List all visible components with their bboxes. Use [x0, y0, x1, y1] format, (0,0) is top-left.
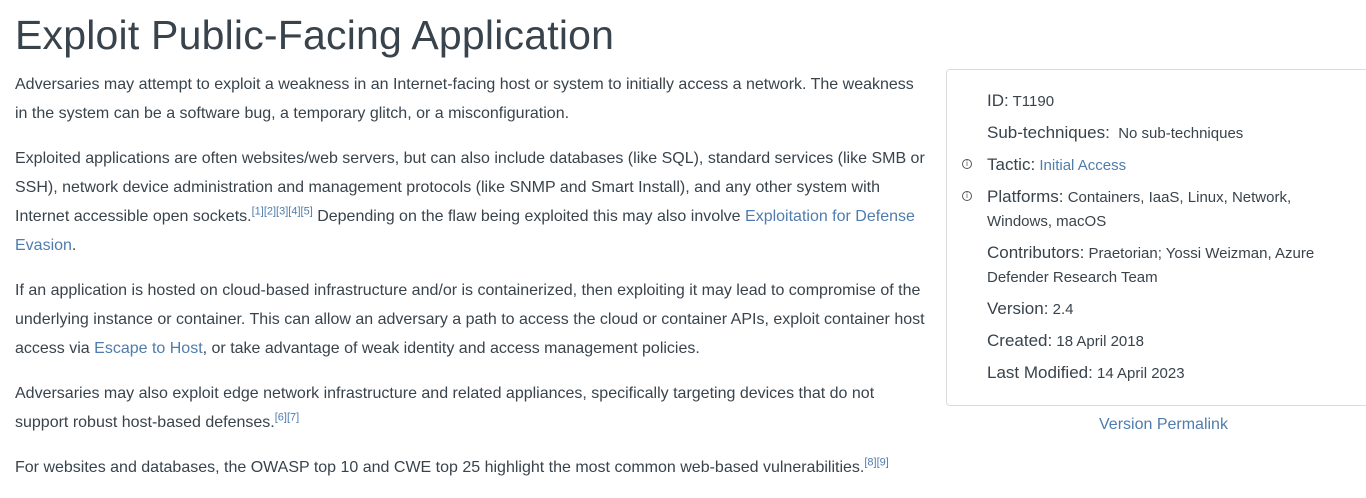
version-permalink-link[interactable]: Version Permalink: [1099, 416, 1228, 434]
p3-end: , or take advantage of weak identity and…: [202, 340, 700, 357]
info-icon[interactable]: i: [962, 191, 972, 201]
tactic-label: Tactic:: [987, 155, 1036, 174]
description-paragraph-5: For websites and databases, the OWASP to…: [15, 453, 925, 482]
escape-to-host-link[interactable]: Escape to Host: [94, 340, 203, 357]
last-modified-row: Last Modified: 14 April 2023: [987, 361, 1355, 386]
version-label: Version:: [987, 299, 1049, 318]
p1-text: Adversaries may attempt to exploit a wea…: [15, 76, 914, 122]
description-paragraph-3: If an application is hosted on cloud-bas…: [15, 276, 925, 363]
info-icon[interactable]: i: [962, 159, 972, 169]
citation-6[interactable]: [6]: [275, 412, 287, 424]
created-label: Created:: [987, 331, 1053, 350]
last-modified-label: Last Modified:: [987, 363, 1093, 382]
citation-3[interactable]: [3]: [276, 206, 288, 218]
citation-5[interactable]: [5]: [301, 206, 313, 218]
page-title: Exploit Public-Facing Application: [15, 12, 615, 58]
citation-4[interactable]: [4]: [288, 206, 300, 218]
created-row: Created: 18 April 2018: [987, 329, 1355, 354]
citation-7[interactable]: [7]: [287, 412, 299, 424]
tactic-row: i Tactic: Initial Access: [962, 153, 1355, 178]
contributors-label: Contributors:: [987, 243, 1085, 262]
platforms-row: i Platforms: Containers, IaaS, Linux, Ne…: [962, 185, 1355, 234]
id-value: T1190: [1012, 93, 1055, 110]
description-paragraph-4: Adversaries may also exploit edge networ…: [15, 379, 925, 437]
p2-citations: [1][2][3][4][5]: [252, 206, 313, 218]
contributors-row: Contributors: Praetorian; Yossi Weizman,…: [987, 241, 1355, 290]
tactic-initial-access-link[interactable]: Initial Access: [1039, 157, 1126, 174]
p2-text-2: Depending on the flaw being exploited th…: [312, 208, 746, 225]
citation-2[interactable]: [2]: [264, 206, 276, 218]
p5-citations: [8][9]: [864, 457, 888, 469]
p4-text: Adversaries may also exploit edge networ…: [15, 385, 875, 431]
version-row: Version: 2.4: [987, 297, 1355, 322]
citation-8[interactable]: [8]: [864, 457, 876, 469]
description-paragraph-1: Adversaries may attempt to exploit a wea…: [15, 70, 925, 128]
citation-9[interactable]: [9]: [877, 457, 889, 469]
last-modified-value: 14 April 2023: [1097, 365, 1185, 382]
technique-info-card: ID: T1190 Sub-techniques: No sub-techniq…: [946, 69, 1366, 406]
p5-text: For websites and databases, the OWASP to…: [15, 459, 865, 476]
subtechniques-value: No sub-techniques: [1118, 125, 1244, 142]
platforms-label: Platforms:: [987, 187, 1064, 206]
p4-citations: [6][7]: [275, 412, 299, 424]
description-paragraph-2: Exploited applications are often website…: [15, 144, 925, 260]
technique-description: Adversaries may attempt to exploit a wea…: [15, 70, 925, 498]
citation-1[interactable]: [1]: [252, 206, 264, 218]
id-row: ID: T1190: [987, 89, 1355, 114]
id-label: ID:: [987, 91, 1009, 110]
subtechniques-label: Sub-techniques:: [987, 123, 1110, 142]
created-value: 18 April 2018: [1056, 333, 1144, 350]
subtechniques-row: Sub-techniques: No sub-techniques: [987, 121, 1355, 146]
version-value: 2.4: [1052, 301, 1074, 318]
p2-end: .: [71, 237, 77, 254]
